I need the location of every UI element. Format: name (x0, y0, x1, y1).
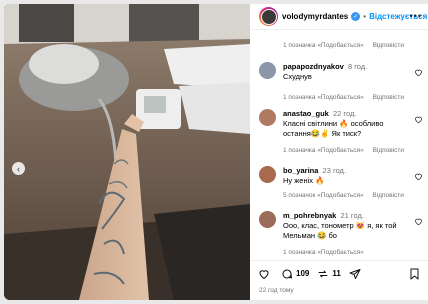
comment-reply[interactable]: Відповісти (373, 94, 404, 101)
comment-meta: 1 позначка «Подобається» Відповісти (283, 94, 411, 101)
post-header: volodymyrdantes ✓ • Відстежується ••• (250, 4, 428, 30)
more-icon[interactable]: ••• (410, 11, 422, 21)
comment-time: 8 год. (347, 62, 368, 71)
post-photo[interactable]: ‹ (4, 4, 250, 300)
comment-meta: 1 позначка «Подобається» Відповісти (283, 147, 411, 154)
comment-meta: 1 позначка «Подобається» (283, 249, 371, 256)
commenter-avatar[interactable] (259, 166, 276, 183)
comment-likes[interactable]: 1 позначка «Подобається» (283, 94, 364, 101)
action-bar: 109 11 (250, 260, 428, 286)
like-comment-icon[interactable] (414, 217, 423, 226)
verified-icon: ✓ (351, 12, 361, 21)
commenter-username[interactable]: bo_yarina (283, 166, 318, 175)
photo-illustration (4, 4, 250, 300)
comment-meta: 5 позначок «Подобається» Відповісти (283, 192, 411, 199)
separator-dot: • (363, 12, 367, 21)
comment-action: 109 (281, 268, 309, 280)
comment-likes[interactable]: 5 позначок «Подобається» (283, 192, 364, 199)
commenter-avatar[interactable] (259, 211, 276, 228)
repost-action: 11 (317, 268, 341, 280)
comment-reply[interactable]: Відповісти (373, 147, 404, 154)
like-comment-icon[interactable] (414, 172, 423, 181)
comments-panel: volodymyrdantes ✓ • Відстежується ••• 1 … (250, 4, 428, 300)
author-avatar[interactable] (259, 7, 278, 26)
commenter-avatar[interactable] (259, 109, 276, 126)
comment-time: 22 год. (332, 109, 357, 118)
share-action (349, 268, 364, 280)
comment-item: anastao_guk 22 год. Класні світлини 🔥 ос… (259, 109, 422, 139)
comment-body: Ооо, клас, тонометр 😻 я, як той Мельман … (283, 221, 397, 240)
comment-icon[interactable] (281, 268, 293, 280)
comment-body: Класні світлини 🔥 особливо остання😂✌️ Як… (283, 119, 384, 138)
top-comment-likes[interactable]: 1 позначка «Подобається» (283, 42, 364, 49)
comment-count[interactable]: 11 (332, 269, 340, 278)
like-count[interactable]: 109 (296, 269, 309, 278)
commenter-username[interactable]: m_pohrebnyak (283, 211, 336, 220)
comment-body: Ну женіх 🔥 (283, 176, 325, 185)
share-icon[interactable] (349, 268, 361, 280)
heart-icon[interactable] (258, 268, 270, 280)
comment-time: 21 год. (340, 211, 364, 220)
top-comment-reply[interactable]: Відповісти (373, 42, 404, 49)
comment-item: bo_yarina 23 год. Ну женіх 🔥 (259, 166, 422, 186)
like-comment-icon[interactable] (414, 115, 423, 124)
commenter-username[interactable]: anastao_guk (283, 109, 329, 118)
like-action (258, 268, 273, 280)
comment-time: 23 год. (322, 166, 346, 175)
comment-reply[interactable]: Відповісти (372, 192, 403, 199)
like-comment-icon[interactable] (414, 68, 423, 77)
posted-time: 22 год тому (259, 287, 294, 294)
comment-body: Схуднув (283, 72, 312, 81)
author-username[interactable]: volodymyrdantes (282, 12, 348, 21)
previous-image-button[interactable]: ‹ (12, 162, 25, 175)
commenter-username[interactable]: papapozdnyakov (283, 62, 344, 71)
bookmark-icon[interactable] (409, 268, 420, 280)
comment-likes[interactable]: 1 позначка «Подобається» (283, 147, 364, 154)
repost-icon[interactable] (317, 268, 329, 280)
comment-item: papapozdnyakov 8 год. Схуднув (259, 62, 422, 82)
commenter-avatar[interactable] (259, 62, 276, 79)
comment-text: m_pohrebnyak 21 год. Ооо, клас, тонометр… (283, 211, 401, 241)
comment-text: bo_yarina 23 год. Ну женіх 🔥 (283, 166, 401, 186)
post-modal: ‹ volodymyrdantes ✓ • Відстежується ••• … (0, 0, 428, 304)
comment-item: m_pohrebnyak 21 год. Ооо, клас, тонометр… (259, 211, 422, 241)
comment-likes[interactable]: 1 позначка «Подобається» (283, 249, 364, 256)
comment-text: papapozdnyakov 8 год. Схуднув (283, 62, 401, 82)
top-comment-meta: 1 позначка «Подобається» Відповісти (283, 42, 411, 49)
comment-text: anastao_guk 22 год. Класні світлини 🔥 ос… (283, 109, 401, 139)
